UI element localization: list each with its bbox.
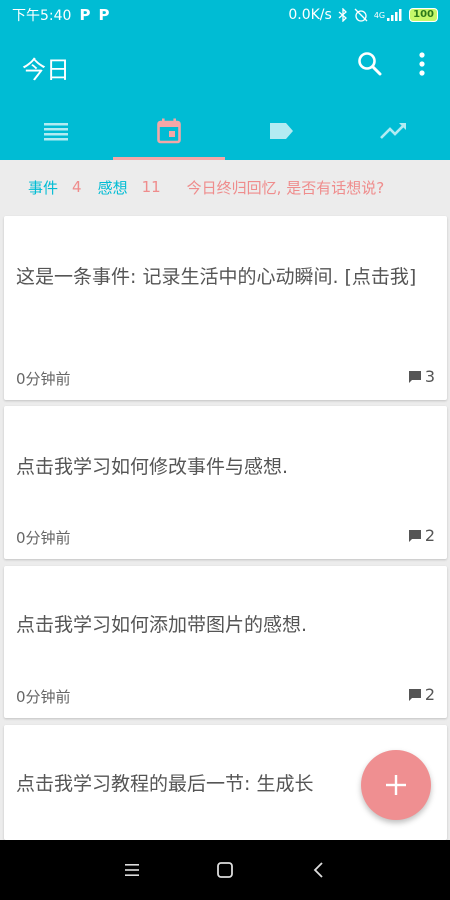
card-text: 点击我学习如何修改事件与感想. bbox=[16, 456, 289, 478]
list-icon bbox=[44, 123, 69, 141]
comment-icon bbox=[408, 529, 421, 542]
label-icon bbox=[270, 123, 294, 139]
menu-icon[interactable] bbox=[120, 858, 144, 882]
calendar-icon bbox=[156, 118, 181, 144]
network-type: 4G bbox=[373, 10, 386, 20]
status-bar: 下午5:40 P P 0.0K/s 4G 100 bbox=[0, 0, 450, 30]
events-count: 4 bbox=[72, 178, 82, 196]
page-title: 今日 bbox=[22, 56, 70, 84]
tab-label[interactable] bbox=[225, 102, 338, 160]
card-time: 0分钟前 bbox=[16, 688, 71, 706]
trending-up-icon bbox=[379, 123, 406, 139]
comment-icon bbox=[408, 370, 421, 383]
comment-count[interactable]: 2 bbox=[408, 685, 435, 704]
tab-bar bbox=[0, 102, 450, 160]
alarm-off-icon bbox=[354, 8, 368, 22]
thoughts-count: 11 bbox=[141, 178, 161, 196]
comment-count-value: 3 bbox=[424, 367, 435, 386]
comment-icon bbox=[408, 688, 421, 701]
daily-summary: 事件 4 感想 11 今日终归回忆, 是否有话想说? bbox=[0, 160, 450, 214]
summary-prompt[interactable]: 今日终归回忆, 是否有话想说? bbox=[187, 177, 385, 198]
events-label: 事件 bbox=[28, 178, 59, 197]
add-button[interactable] bbox=[361, 750, 431, 820]
bluetooth-icon bbox=[338, 8, 347, 22]
status-time: 下午5:40 bbox=[12, 8, 72, 24]
system-nav-bar bbox=[0, 840, 450, 900]
tab-list[interactable] bbox=[0, 102, 113, 160]
more-options-icon[interactable] bbox=[408, 50, 436, 78]
p-app-icon: P bbox=[79, 6, 91, 24]
battery-indicator: 100 bbox=[409, 8, 438, 22]
thought-card[interactable]: 点击我学习如何添加带图片的感想. 0分钟前 2 bbox=[4, 566, 447, 718]
plus-icon bbox=[386, 775, 406, 795]
event-card[interactable]: 这是一条事件: 记录生活中的心动瞬间. [点击我] 0分钟前 3 bbox=[4, 216, 447, 400]
signal-icon bbox=[387, 9, 402, 21]
home-icon[interactable] bbox=[213, 858, 237, 882]
thought-card[interactable]: 点击我学习如何修改事件与感想. 0分钟前 2 bbox=[4, 406, 447, 559]
card-text: 点击我学习如何添加带图片的感想. bbox=[16, 614, 308, 636]
comment-count[interactable]: 2 bbox=[408, 526, 435, 545]
app-bar: 今日 bbox=[0, 30, 450, 102]
tab-calendar[interactable] bbox=[112, 102, 226, 160]
p-app-icon: P bbox=[98, 6, 110, 24]
card-text: 这是一条事件: 记录生活中的心动瞬间. [点击我] bbox=[16, 266, 417, 288]
card-time: 0分钟前 bbox=[16, 529, 71, 547]
card-time: 0分钟前 bbox=[16, 370, 71, 388]
search-icon[interactable] bbox=[356, 50, 384, 78]
thoughts-label: 感想 bbox=[97, 178, 128, 197]
comment-count-value: 2 bbox=[424, 526, 435, 545]
comment-count[interactable]: 3 bbox=[408, 367, 435, 386]
network-speed: 0.0K/s bbox=[288, 7, 332, 23]
tab-trending[interactable] bbox=[338, 102, 450, 160]
comment-count-value: 2 bbox=[424, 685, 435, 704]
back-icon[interactable] bbox=[307, 858, 331, 882]
